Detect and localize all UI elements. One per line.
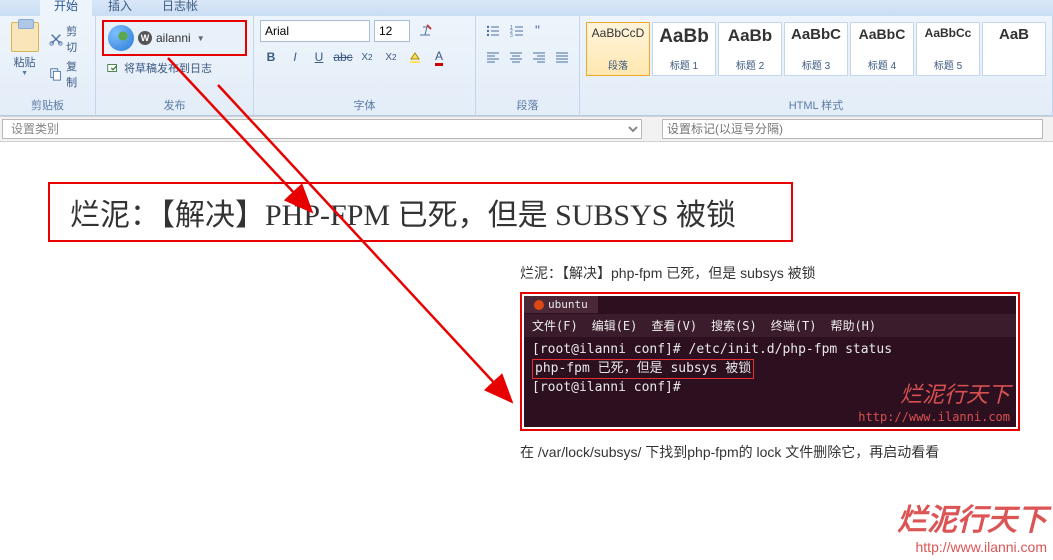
page-watermark: 烂泥行天下 http://www.ilanni.com (897, 503, 1047, 556)
align-left-button[interactable] (482, 46, 503, 68)
copy-label: 复制 (66, 58, 87, 90)
style-box-1[interactable]: AaBb 标题 1 (652, 22, 716, 76)
italic-button[interactable]: I (284, 46, 306, 68)
svg-text:": " (535, 23, 540, 38)
paste-icon (11, 22, 39, 52)
copy-button[interactable]: 复制 (47, 57, 89, 91)
publish-icon (106, 61, 120, 75)
terminal-screenshot: ubuntu 文件(F) 编辑(E) 查看(V) 搜索(S) 终端(T) 帮助(… (524, 296, 1016, 427)
group-label-publish: 发布 (102, 95, 247, 113)
term-menu-terminal: 终端(T) (771, 317, 817, 334)
bold-button[interactable]: B (260, 46, 282, 68)
style-preview: AaBb (659, 26, 709, 48)
group-styles: AaBbCcD 段落 AaBb 标题 1 AaBb 标题 2 AaBbC 标题 3 AaBbC 标… (580, 16, 1053, 115)
cut-label: 剪切 (66, 23, 87, 55)
bullets-button[interactable] (482, 20, 504, 42)
tab-start[interactable]: 开始 (40, 0, 92, 16)
publish-draft-button[interactable]: 将草稿发布到日志 (102, 58, 247, 78)
category-select[interactable]: 设置类别 (2, 119, 642, 139)
tab-insert[interactable]: 插入 (94, 0, 146, 16)
style-label: 标题 3 (802, 57, 830, 72)
terminal-watermark: 烂泥行天下 http://www.ilanni.com (858, 381, 1010, 425)
font-name-select[interactable] (260, 20, 370, 42)
superscript-button[interactable]: X2 (380, 46, 402, 68)
style-box-5[interactable]: AaBbCc 标题 5 (916, 22, 980, 76)
tab-other[interactable]: 日志帐 (148, 0, 212, 16)
style-preview: AaBbC (791, 26, 841, 43)
paste-button[interactable]: 粘贴 ▼ (6, 20, 43, 95)
align-justify-button[interactable] (552, 46, 573, 68)
strikethrough-button[interactable]: abc (332, 46, 354, 68)
style-box-6[interactable]: AaB (982, 22, 1046, 76)
term-menu-help: 帮助(H) (830, 317, 876, 334)
style-box-2[interactable]: AaBb 标题 2 (718, 22, 782, 76)
term-menu-view: 查看(V) (651, 317, 697, 334)
style-label: 标题 5 (934, 57, 962, 72)
group-label-clipboard: 剪贴板 (6, 95, 89, 113)
blockquote-button[interactable]: " (530, 20, 552, 42)
style-preview: AaBbC (859, 26, 906, 42)
blog-account-selector[interactable]: W ailanni ▼ (102, 20, 247, 56)
svg-text:3: 3 (510, 33, 513, 39)
tags-input[interactable] (662, 119, 1043, 139)
group-label-font: 字体 (260, 95, 469, 113)
style-label: 段落 (608, 57, 628, 72)
term-menu-search: 搜索(S) (711, 317, 757, 334)
font-color-button[interactable]: A (428, 46, 450, 68)
terminal-tab: ubuntu (524, 296, 598, 313)
term-menu-file: 文件(F) (532, 317, 578, 334)
style-label: 标题 4 (868, 57, 896, 72)
term-menu-edit: 编辑(E) (592, 317, 638, 334)
underline-button[interactable]: U (308, 46, 330, 68)
style-box-0[interactable]: AaBbCcD 段落 (586, 22, 650, 76)
align-right-button[interactable] (529, 46, 550, 68)
terminal-screenshot-box: ubuntu 文件(F) 编辑(E) 查看(V) 搜索(S) 终端(T) 帮助(… (520, 292, 1020, 431)
style-preview: AaBbCcD (592, 26, 645, 40)
style-box-3[interactable]: AaBbC 标题 3 (784, 22, 848, 76)
clear-format-button[interactable] (414, 20, 436, 42)
group-publish: W ailanni ▼ 将草稿发布到日志 发布 (96, 16, 254, 115)
body-line-2: 在 /var/lock/subsys/ 下找到php-fpm的 lock 文件删… (520, 441, 1020, 463)
body-line-1: 烂泥：【解决】php-fpm 已死，但是 subsys 被锁 (520, 262, 1020, 284)
highlight-button[interactable] (404, 46, 426, 68)
paste-label: 粘贴 (14, 54, 36, 70)
style-label: 标题 2 (736, 57, 764, 72)
style-label: 标题 1 (670, 57, 698, 72)
category-bar: 设置类别 (0, 116, 1053, 142)
scissors-icon (49, 32, 63, 46)
wordpress-icon: W (138, 31, 152, 45)
group-paragraph: 123 " 段落 (476, 16, 580, 115)
style-preview: AaBbCc (925, 26, 972, 40)
group-clipboard: 粘贴 ▼ 剪切 复制 剪贴板 (0, 16, 96, 115)
post-body[interactable]: 烂泥：【解决】php-fpm 已死，但是 subsys 被锁 ubuntu 文件… (520, 262, 1020, 464)
term-line-1: [root@ilanni conf]# /etc/init.d/php-fpm … (532, 341, 1008, 359)
account-name: ailanni (156, 31, 191, 45)
cut-button[interactable]: 剪切 (47, 22, 89, 56)
term-line-2-highlighted: php-fpm 已死，但是 subsys 被锁 (532, 359, 754, 379)
publish-draft-label: 将草稿发布到日志 (124, 60, 212, 76)
terminal-menubar: 文件(F) 编辑(E) 查看(V) 搜索(S) 终端(T) 帮助(H) (524, 314, 1016, 337)
copy-icon (49, 67, 63, 81)
font-size-select[interactable] (374, 20, 410, 42)
globe-icon (108, 25, 134, 51)
post-title[interactable]: 烂泥：【解决】PHP-FPM 已死，但是 SUBSYS 被锁 (70, 190, 771, 234)
style-preview: AaBb (728, 26, 772, 46)
title-highlight-box: 烂泥：【解决】PHP-FPM 已死，但是 SUBSYS 被锁 (48, 182, 793, 242)
document-area: 烂泥：【解决】PHP-FPM 已死，但是 SUBSYS 被锁 烂泥：【解决】ph… (0, 142, 1053, 464)
ribbon-tabs: 开始 插入 日志帐 (0, 0, 1053, 16)
group-label-paragraph: 段落 (482, 95, 573, 113)
subscript-button[interactable]: X2 (356, 46, 378, 68)
numbering-button[interactable]: 123 (506, 20, 528, 42)
align-center-button[interactable] (505, 46, 526, 68)
style-preview: AaB (999, 26, 1029, 43)
ubuntu-icon (534, 300, 544, 310)
style-box-4[interactable]: AaBbC 标题 4 (850, 22, 914, 76)
chevron-down-icon: ▼ (197, 34, 205, 43)
ribbon: 粘贴 ▼ 剪切 复制 剪贴板 (0, 16, 1053, 116)
group-font: B I U abc X2 X2 A 字体 (254, 16, 476, 115)
group-label-styles: HTML 样式 (586, 95, 1046, 113)
